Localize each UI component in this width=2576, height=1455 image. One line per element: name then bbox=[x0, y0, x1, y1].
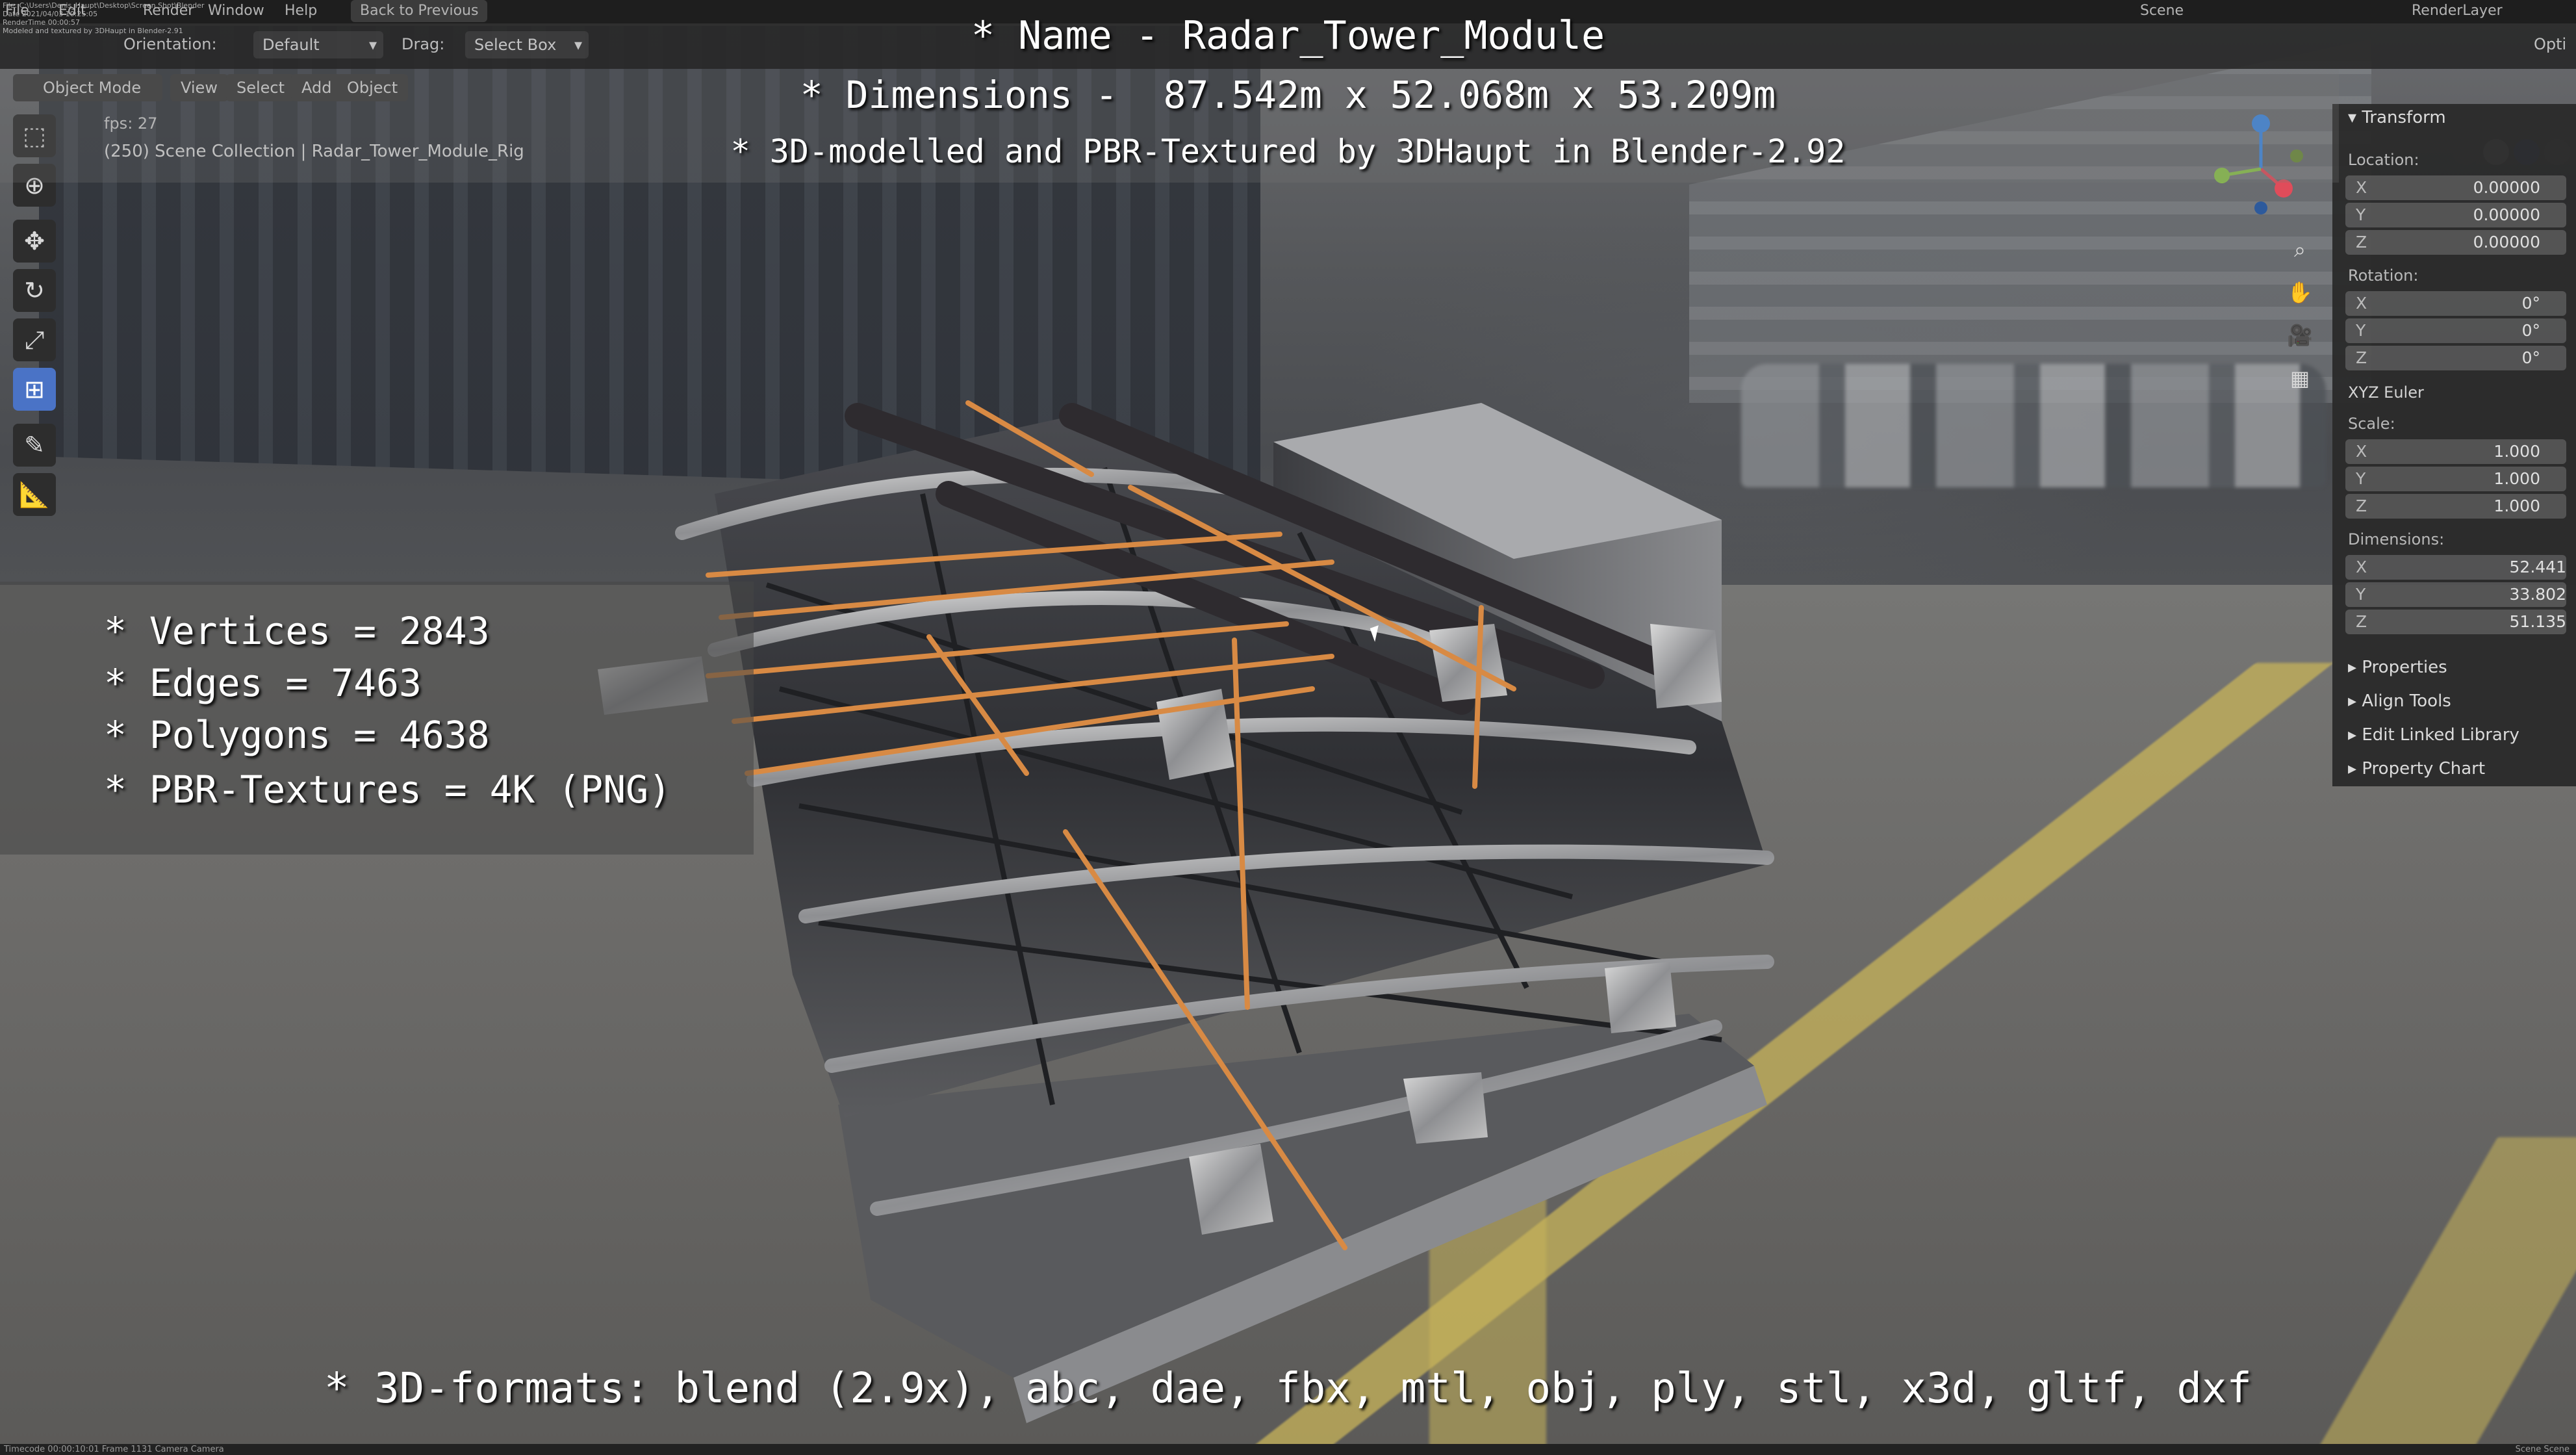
status-right: Scene Scene bbox=[2515, 1445, 2570, 1454]
polygons-stat: * Polygons = 4638 bbox=[104, 713, 490, 757]
chevron-right-icon: ▸ bbox=[2348, 759, 2362, 779]
info-line: File: C:\Users\Denis_Haupt\Desktop\Scree… bbox=[3, 1, 205, 10]
grid-icon[interactable]: ▦ bbox=[2282, 360, 2318, 396]
scale-y-field[interactable]: Y 1.000 bbox=[2345, 467, 2566, 491]
vertices-stat: * Vertices = 2843 bbox=[104, 609, 490, 653]
scale-label: Scale: bbox=[2348, 415, 2395, 433]
edges-stat: * Edges = 7463 bbox=[104, 661, 422, 705]
dimensions-x-field[interactable]: X 52.441 bbox=[2345, 555, 2566, 580]
scale-icon[interactable]: ⤢ bbox=[13, 318, 56, 361]
chevron-right-icon: ▸ bbox=[2348, 691, 2362, 711]
pan-hand-icon[interactable]: ✋ bbox=[2282, 274, 2318, 311]
transform-panel: ▾ Transform Location: X 0.00000 Y 0.00000 … bbox=[2332, 104, 2576, 786]
dimensions-title: * Dimensions - 87.542m x 52.068m x 53.20… bbox=[800, 73, 1776, 117]
dimensions-label: Dimensions: bbox=[2348, 530, 2445, 548]
credit-line: * 3D-modelled and PBR-Textured by 3DHaup… bbox=[730, 133, 1846, 170]
properties-section[interactable]: ▸ Properties bbox=[2348, 658, 2447, 677]
rotation-mode-dropdown[interactable]: XYZ Euler bbox=[2348, 383, 2424, 402]
align-tools-section[interactable]: ▸ Align Tools bbox=[2348, 691, 2451, 711]
dimensions-z-field[interactable]: Z 51.135 bbox=[2345, 610, 2566, 634]
location-z-field[interactable]: Z 0.00000 bbox=[2345, 230, 2566, 255]
scale-z-field[interactable]: Z 1.000 bbox=[2345, 494, 2566, 519]
chevron-right-icon: ▸ bbox=[2348, 725, 2362, 745]
textures-stat: * PBR-Textures = 4K (PNG) bbox=[104, 767, 671, 812]
rotation-z-field[interactable]: Z 0° bbox=[2345, 346, 2566, 370]
rotation-x-field[interactable]: X 0° bbox=[2345, 291, 2566, 316]
measure-icon[interactable]: 📐 bbox=[13, 473, 56, 516]
rotate-icon[interactable]: ↻ bbox=[13, 269, 56, 312]
status-bar: Timecode 00:00:10:01 Frame 1131 Camera C… bbox=[0, 1444, 2576, 1455]
dimensions-y-field[interactable]: Y 33.802 bbox=[2345, 582, 2566, 607]
annotate-icon[interactable]: ✎ bbox=[13, 424, 56, 467]
zoom-icon[interactable]: ⌕ bbox=[2282, 231, 2318, 268]
status-left: Timecode 00:00:10:01 Frame 1131 Camera C… bbox=[4, 1445, 224, 1454]
chevron-right-icon: ▸ bbox=[2348, 658, 2362, 677]
move-icon[interactable]: ✥ bbox=[13, 220, 56, 263]
edit-linked-library-section[interactable]: ▸ Edit Linked Library bbox=[2348, 725, 2519, 745]
name-title: * Name - Radar_Tower_Module bbox=[971, 13, 1605, 58]
location-y-field[interactable]: Y 0.00000 bbox=[2345, 203, 2566, 227]
location-x-field[interactable]: X 0.00000 bbox=[2345, 175, 2566, 200]
camera-icon[interactable]: 🎥 bbox=[2282, 317, 2318, 354]
rotation-label: Rotation: bbox=[2348, 266, 2419, 285]
transform-icon[interactable]: ⊞ bbox=[13, 368, 56, 411]
stats-overlay: * Vertices = 2843 * Edges = 7463 * Polyg… bbox=[0, 582, 754, 855]
property-chart-section[interactable]: ▸ Property Chart bbox=[2348, 759, 2485, 779]
rotation-y-field[interactable]: Y 0° bbox=[2345, 318, 2566, 343]
scale-x-field[interactable]: X 1.000 bbox=[2345, 439, 2566, 464]
formats-line: * 3D-formats: blend (2.9x), abc, dae, fb… bbox=[324, 1365, 2252, 1413]
